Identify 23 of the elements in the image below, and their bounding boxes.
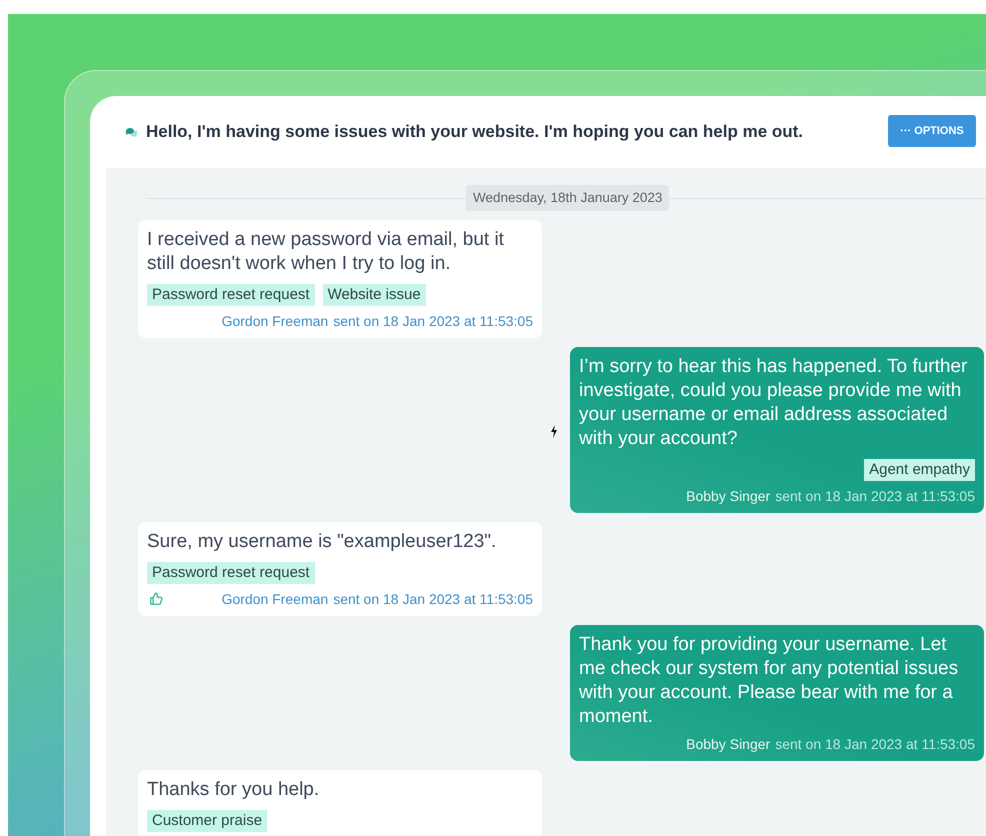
message-text: Sure, my username is "exampleuser123". (147, 530, 498, 554)
sent-time: sent on 18 Jan 2023 at 11:53:05 (333, 590, 533, 608)
message-text: I received a new password via email, but it still doesn't work when I try to log in. (147, 228, 505, 276)
tag: Customer praise (147, 810, 268, 832)
author-name[interactable]: Bobby Singer (686, 735, 770, 754)
message-text: I’m sorry to hear this has happened. To further investigate, could you please provide me with your username or email address associated with your account? (579, 355, 968, 452)
options-button[interactable]: ··· OPTIONS (888, 115, 976, 147)
sent-time: sent on 18 Jan 2023 at 11:53:05 (775, 487, 975, 506)
tag: Password reset request (147, 284, 315, 306)
author-name[interactable]: Gordon Freeman (222, 590, 328, 608)
tag: Password reset request (147, 562, 315, 584)
tag: Website issue (322, 284, 426, 306)
author-name[interactable]: Gordon Freeman (222, 312, 328, 330)
sent-time: sent on 18 Jan 2023 at 11:53:05 (333, 312, 533, 330)
author-name[interactable]: Bobby Singer (686, 487, 770, 506)
message-text: Thank you for providing your username. Let me check our system for any potential issues with your account. Please bear with me for a moment. (579, 633, 960, 730)
chat-bubbles-icon (125, 126, 137, 138)
date-separator: Wednesday, 18th January 2023 (466, 185, 670, 212)
thumbs-up-icon[interactable] (149, 592, 163, 606)
sent-time: sent on 18 Jan 2023 at 11:53:05 (775, 735, 975, 754)
conversation-title: Hello, I'm having some issues with your website. I'm hoping you can help me out. (146, 121, 804, 144)
tag: Agent empathy (864, 459, 975, 482)
message-text: Thanks for you help. (147, 778, 320, 802)
